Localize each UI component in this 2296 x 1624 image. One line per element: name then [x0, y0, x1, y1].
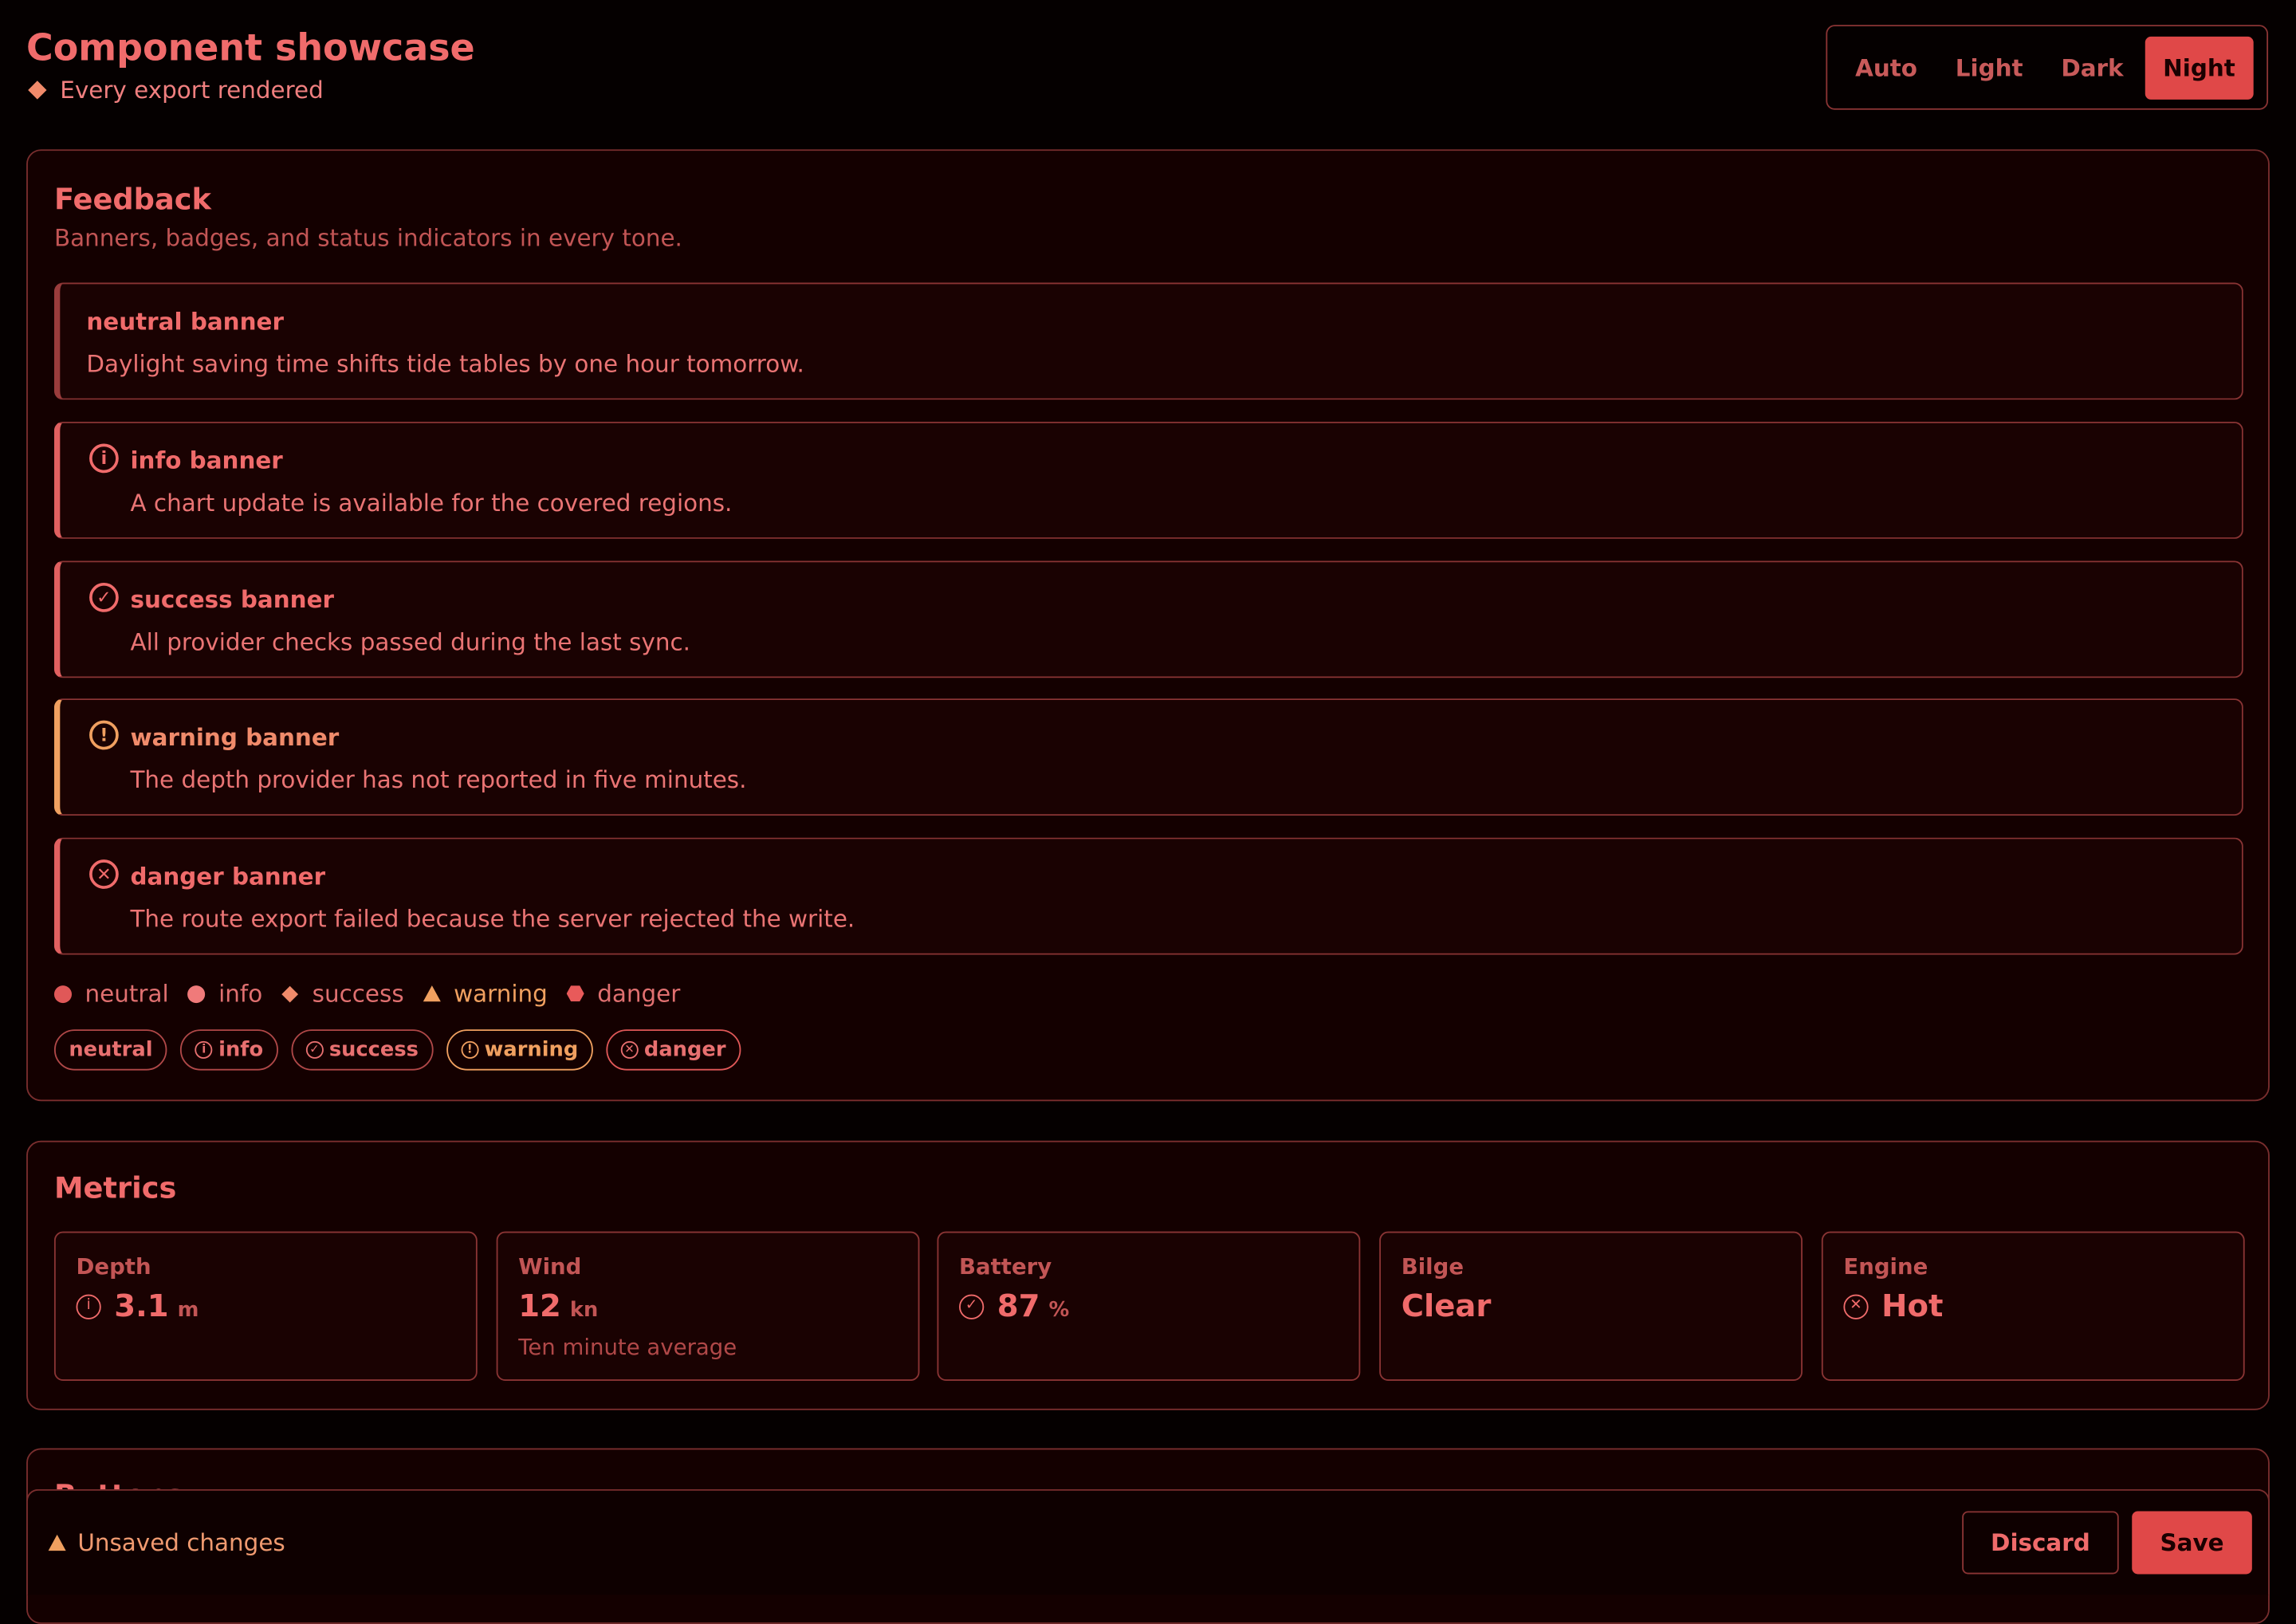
- unsaved-status: Unsaved changes: [48, 1528, 285, 1557]
- status-dot-neutral: neutral: [53, 979, 169, 1008]
- triangle-icon: [423, 985, 441, 1002]
- metric-label: Depth: [76, 1253, 151, 1280]
- status-dot-label: neutral: [85, 979, 169, 1008]
- metric-hint: Ten minute average: [518, 1334, 737, 1361]
- metric-battery: Battery ✓ 87 %: [937, 1231, 1361, 1382]
- badge-success: ✓ success: [291, 1029, 434, 1071]
- badge-warning: ! warning: [446, 1029, 593, 1071]
- status-dot-info: info: [187, 979, 263, 1008]
- metric-engine: Engine ✕ Hot: [1821, 1231, 2245, 1382]
- unsaved-status-text: Unsaved changes: [77, 1528, 285, 1557]
- metric-unit: m: [177, 1299, 199, 1323]
- banner-title: success banner: [130, 585, 334, 614]
- check-icon: ✓: [89, 583, 119, 612]
- metric-label: Engine: [1843, 1253, 1928, 1280]
- status-dot-danger: danger: [566, 979, 681, 1008]
- metric-label: Battery: [959, 1253, 1052, 1280]
- banner-info: i info banner A chart update is availabl…: [53, 421, 2243, 539]
- banner-title: neutral banner: [86, 307, 284, 336]
- check-icon: ✓: [305, 1040, 324, 1059]
- banner-success: ✓ success banner All provider checks pas…: [53, 560, 2243, 678]
- metric-value-row: 12 kn: [518, 1288, 598, 1323]
- page-subtitle-text: Every export rendered: [60, 76, 324, 104]
- feedback-subtitle: Banners, badges, and status indicators i…: [53, 224, 682, 252]
- hexagon-icon: [566, 985, 584, 1002]
- status-dots: neutral info success warning danger: [53, 979, 699, 1008]
- metric-value: 87: [997, 1288, 1040, 1324]
- metric-value-row: ✕ Hot: [1843, 1288, 1943, 1323]
- diamond-icon: [28, 81, 47, 100]
- badge-label: success: [328, 1038, 419, 1062]
- badge-row: neutral i info ✓ success ! warning ✕ dan…: [53, 1029, 741, 1071]
- theme-option-auto[interactable]: Auto: [1839, 36, 1933, 99]
- banner-warning: ! warning banner The depth provider has …: [53, 698, 2243, 816]
- badge-label: info: [218, 1038, 264, 1062]
- metrics-title: Metrics: [53, 1170, 177, 1205]
- page-subtitle: Every export rendered: [26, 77, 324, 104]
- x-icon: ✕: [620, 1040, 639, 1059]
- discard-button[interactable]: Discard: [1962, 1511, 2119, 1575]
- badge-danger: ✕ danger: [606, 1029, 741, 1071]
- metric-label: Wind: [518, 1253, 582, 1280]
- circle-icon: [53, 985, 72, 1003]
- metric-value: 3.1: [114, 1288, 169, 1324]
- page: Component showcase Every export rendered…: [0, 0, 2296, 1624]
- check-icon: ✓: [959, 1293, 985, 1319]
- badge-label: warning: [484, 1038, 579, 1062]
- info-icon: i: [76, 1293, 101, 1319]
- circle-icon: [187, 985, 206, 1003]
- metric-bilge: Bilge Clear: [1379, 1231, 1803, 1382]
- diamond-icon: [281, 985, 299, 1002]
- status-dot-success: success: [281, 980, 404, 1008]
- metric-value: Hot: [1881, 1288, 1944, 1324]
- warning-triangle-icon: [48, 1534, 66, 1551]
- status-dot-label: success: [312, 979, 404, 1008]
- x-icon: ✕: [89, 859, 119, 889]
- theme-option-light[interactable]: Light: [1940, 36, 2039, 99]
- status-dot-warning: warning: [423, 980, 548, 1008]
- metric-depth: Depth i 3.1 m: [53, 1231, 478, 1382]
- badge-info: i info: [180, 1029, 278, 1071]
- banner-message: The depth provider has not reported in f…: [130, 765, 747, 794]
- banner-title: warning banner: [130, 723, 340, 752]
- badge-label: danger: [643, 1038, 726, 1062]
- theme-option-night[interactable]: Night: [2145, 35, 2253, 99]
- metric-label: Bilge: [1401, 1253, 1464, 1280]
- save-bar: Unsaved changes Discard Save: [26, 1488, 2270, 1595]
- feedback-card: Feedback Banners, badges, and status ind…: [26, 149, 2270, 1102]
- page-title: Component showcase: [26, 26, 475, 69]
- metric-wind: Wind 12 kn Ten minute average: [496, 1231, 920, 1382]
- metric-value-row: ✓ 87 %: [959, 1288, 1069, 1323]
- theme-option-dark[interactable]: Dark: [2045, 36, 2140, 99]
- banner-title: info banner: [130, 446, 283, 475]
- banner-message: All provider checks passed during the la…: [130, 627, 690, 656]
- info-icon: i: [195, 1040, 213, 1059]
- banner-neutral: neutral banner Daylight saving time shif…: [53, 282, 2243, 400]
- x-icon: ✕: [1843, 1293, 1869, 1319]
- status-dot-label: info: [218, 979, 263, 1008]
- info-icon: i: [89, 443, 119, 474]
- metric-value: Clear: [1401, 1288, 1492, 1324]
- exclamation-icon: !: [461, 1040, 479, 1059]
- status-dot-label: warning: [454, 979, 548, 1008]
- banner-danger: ✕ danger banner The route export failed …: [53, 837, 2243, 955]
- metric-value-row: i 3.1 m: [76, 1288, 199, 1324]
- metric-unit: kn: [569, 1299, 599, 1323]
- metric-value-row: Clear: [1402, 1288, 1492, 1323]
- exclamation-icon: !: [89, 720, 119, 750]
- metrics-card: Metrics Depth i 3.1 m Wind 12 kn Ten min…: [26, 1140, 2270, 1410]
- banner-title: danger banner: [130, 862, 326, 891]
- theme-switcher: Auto Light Dark Night: [1826, 25, 2269, 110]
- badge-label: neutral: [69, 1038, 153, 1062]
- metric-unit: %: [1048, 1299, 1070, 1323]
- banner-message: The route export failed because the serv…: [130, 905, 855, 933]
- save-button[interactable]: Save: [2132, 1511, 2252, 1575]
- banner-message: Daylight saving time shifts tide tables …: [86, 349, 804, 378]
- metric-value: 12: [518, 1288, 561, 1324]
- feedback-title: Feedback: [53, 181, 211, 217]
- badge-neutral: neutral: [53, 1029, 167, 1071]
- status-dot-label: danger: [597, 979, 681, 1008]
- banner-message: A chart update is available for the cove…: [130, 489, 733, 517]
